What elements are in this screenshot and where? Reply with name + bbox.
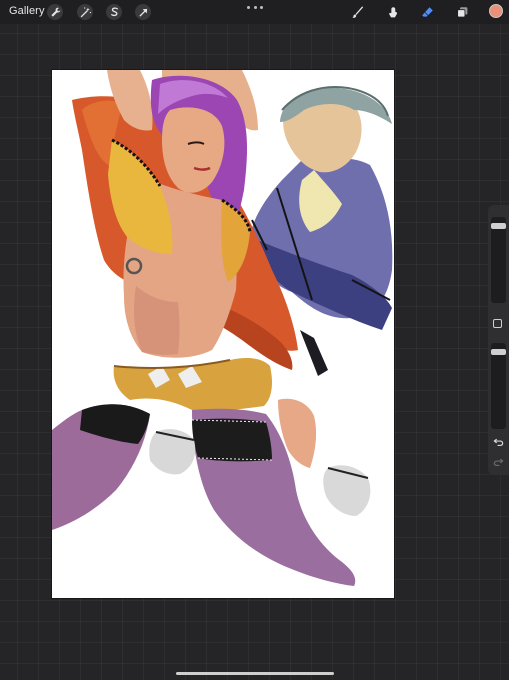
top-toolbar: Gallery xyxy=(0,0,509,24)
brush-size-slider[interactable] xyxy=(491,217,506,303)
color-swatch[interactable] xyxy=(489,4,503,18)
opacity-slider[interactable] xyxy=(491,343,506,429)
eraser-tool[interactable] xyxy=(419,4,435,20)
undo-icon xyxy=(493,438,504,446)
adjustments-button[interactable] xyxy=(77,4,93,20)
smudge-tool[interactable] xyxy=(384,4,400,20)
selection-icon xyxy=(110,6,118,16)
brush-tool[interactable] xyxy=(349,4,365,20)
modify-button[interactable] xyxy=(493,319,502,328)
gallery-button[interactable]: Gallery xyxy=(9,5,45,18)
wrench-icon xyxy=(50,7,60,17)
eraser-icon xyxy=(421,6,433,17)
artwork-illustration xyxy=(52,70,393,586)
layers-icon xyxy=(456,6,467,17)
home-indicator[interactable] xyxy=(176,672,334,675)
redo-button[interactable] xyxy=(491,455,506,467)
magic-wand-icon xyxy=(80,6,91,17)
smudge-icon xyxy=(388,6,397,17)
transform-arrow-icon xyxy=(139,8,147,16)
brush-icon xyxy=(351,6,363,18)
opacity-thumb[interactable] xyxy=(491,348,506,355)
more-options-icon[interactable] xyxy=(247,3,263,11)
undo-button[interactable] xyxy=(491,435,506,447)
brush-size-thumb[interactable] xyxy=(491,222,506,229)
layers-button[interactable] xyxy=(454,4,470,20)
actions-button[interactable] xyxy=(47,4,63,20)
side-toolbar xyxy=(488,205,509,475)
drawing-canvas[interactable] xyxy=(52,70,394,598)
redo-icon xyxy=(493,458,504,466)
transform-button[interactable] xyxy=(135,4,151,20)
selection-button[interactable] xyxy=(106,4,122,20)
